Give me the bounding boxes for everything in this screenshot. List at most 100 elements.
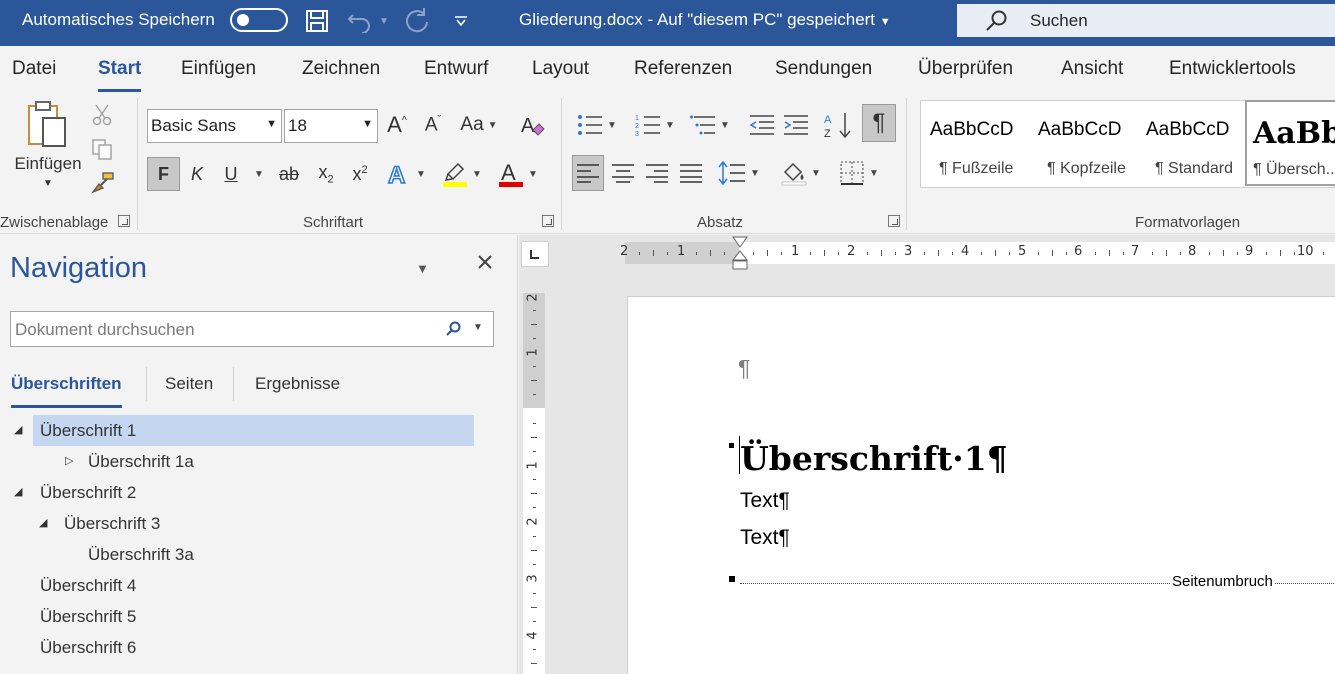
superscript-icon: x2 — [352, 163, 368, 184]
bullets-button[interactable]: ▼ — [572, 108, 622, 142]
heading-tree-item[interactable]: ◢ Überschrift 2 — [14, 477, 474, 508]
align-right-button[interactable] — [642, 155, 672, 191]
paragraph-launcher-icon[interactable] — [888, 215, 900, 227]
underline-button[interactable]: U — [218, 157, 244, 191]
heading-tree-item[interactable]: ◢ Überschrift 3 — [33, 508, 474, 539]
tab-separator — [233, 367, 234, 401]
clear-formatting-button[interactable]: A — [518, 108, 546, 142]
copy-button[interactable] — [90, 136, 114, 162]
bold-button[interactable]: F — [147, 157, 180, 191]
heading-tree-item[interactable]: Überschrift 3a — [33, 539, 474, 570]
underline-dropdown[interactable]: ▼ — [248, 157, 266, 191]
style-name: ¶ Übersch... — [1253, 161, 1335, 178]
borders-button[interactable]: ▼ — [834, 155, 884, 191]
superscript-button[interactable]: x2 — [346, 157, 374, 191]
chevron-down-icon: ▼ — [665, 119, 675, 131]
document-search-input[interactable]: Dokument durchsuchen ▼ — [10, 311, 494, 347]
italic-button[interactable]: K — [184, 157, 210, 191]
align-left-button[interactable] — [572, 155, 604, 191]
tab-start[interactable]: Start — [98, 58, 142, 92]
tab-datei[interactable]: Datei — [12, 58, 56, 80]
chevron-down-icon[interactable]: ▼ — [473, 322, 483, 333]
style-name: ¶ Fußzeile — [939, 160, 1014, 177]
tab-referenzen[interactable]: Referenzen — [634, 58, 732, 80]
heading-tree-item[interactable]: ◢ Überschrift 1 — [14, 415, 474, 446]
multilevel-list-button[interactable]: ▼ — [688, 108, 732, 142]
ruler-label: 8 — [1188, 244, 1197, 259]
document-title[interactable]: Gliederung.docx - Auf "diesem PC" gespei… — [519, 10, 891, 30]
document-page[interactable]: ¶ Überschrift·1¶ Text¶ Text¶ Seitenumbru… — [627, 296, 1335, 674]
clipboard-group-label: Zwischenablage — [0, 214, 109, 231]
pane-options-icon[interactable]: ▼ — [416, 261, 429, 276]
redo-icon[interactable] — [402, 8, 432, 34]
paste-button[interactable]: Einfügen ▼ — [14, 100, 82, 204]
heading-tree-item[interactable]: Überschrift 4 — [33, 570, 474, 601]
title-search-box[interactable]: Suchen — [957, 4, 1335, 37]
vertical-ruler[interactable]: 2 1 1 2 3 4 — [523, 293, 545, 674]
heading-tree-item[interactable]: ▷ Überschrift 1a — [33, 446, 474, 477]
close-icon[interactable] — [476, 253, 494, 276]
tab-ueberpruefen[interactable]: Überprüfen — [918, 58, 1013, 80]
search-icon[interactable] — [445, 321, 461, 342]
tab-zeichnen[interactable]: Zeichnen — [302, 58, 380, 80]
tab-entwicklertools[interactable]: Entwicklertools — [1169, 58, 1296, 80]
strikethrough-button[interactable]: ab — [274, 157, 304, 191]
undo-dropdown-icon[interactable]: ▼ — [378, 8, 390, 34]
numbering-button[interactable]: 1 2 3 ▼ — [630, 108, 680, 142]
document-text-line[interactable]: Text¶ — [740, 526, 790, 550]
tab-einfuegen[interactable]: Einfügen — [181, 58, 256, 80]
sort-button[interactable]: AZ — [822, 108, 854, 142]
decrease-indent-button[interactable] — [748, 108, 776, 142]
tab-ansicht[interactable]: Ansicht — [1061, 58, 1123, 80]
tab-entwurf[interactable]: Entwurf — [424, 58, 488, 80]
tab-selector[interactable] — [521, 241, 549, 267]
heading-tree-item[interactable]: Überschrift 5 — [33, 601, 474, 632]
expanded-triangle-icon[interactable]: ◢ — [14, 423, 22, 436]
nav-tab-headings[interactable]: Überschriften — [11, 374, 122, 408]
increase-indent-button[interactable] — [782, 108, 810, 142]
justify-icon — [680, 164, 702, 183]
justify-button[interactable] — [676, 155, 706, 191]
document-heading[interactable]: Überschrift·1¶ — [740, 439, 1008, 478]
tab-separator — [146, 367, 147, 401]
align-center-button[interactable] — [608, 155, 638, 191]
show-formatting-marks-button[interactable]: ¶ — [862, 104, 896, 142]
shading-button[interactable]: ▼ — [778, 155, 824, 191]
grow-font-button[interactable]: A^ — [384, 108, 410, 142]
font-launcher-icon[interactable] — [542, 215, 554, 227]
text-effects-button[interactable]: A ▼ — [384, 157, 428, 191]
nav-tab-results[interactable]: Ergebnisse — [255, 374, 340, 394]
customize-toolbar-icon[interactable] — [452, 8, 470, 34]
collapsed-triangle-icon[interactable]: ▷ — [65, 454, 73, 467]
expanded-triangle-icon[interactable]: ◢ — [14, 485, 22, 498]
navigation-title: Navigation — [10, 252, 148, 284]
style-header[interactable]: AaBbCcD ¶ Kopfzeile — [1029, 101, 1137, 187]
paste-label: Einfügen — [14, 154, 82, 173]
change-case-button[interactable]: Aa ▼ — [456, 108, 502, 142]
style-normal[interactable]: AaBbCcD ¶ Standard — [1137, 101, 1245, 187]
shrink-font-button[interactable]: Aˇ — [420, 108, 446, 142]
cut-button[interactable] — [90, 102, 114, 128]
highlight-button[interactable]: ▼ — [438, 157, 486, 191]
sort-icon: AZ — [824, 113, 851, 139]
line-spacing-button[interactable]: ▼ — [716, 155, 762, 191]
font-name-combo[interactable]: Basic Sans ▼ — [147, 109, 282, 143]
page-break[interactable]: Seitenumbruch — [740, 573, 1335, 590]
font-color-button[interactable]: A ▼ — [494, 157, 542, 191]
undo-icon[interactable] — [346, 8, 374, 34]
tab-layout[interactable]: Layout — [532, 58, 589, 80]
clipboard-launcher-icon[interactable] — [118, 215, 130, 227]
document-text-line[interactable]: Text¶ — [740, 489, 790, 513]
format-painter-button[interactable] — [90, 170, 116, 196]
heading-tree-item[interactable]: Überschrift 6 — [33, 632, 474, 663]
autosave-toggle[interactable] — [230, 8, 288, 32]
expanded-triangle-icon[interactable]: ◢ — [39, 516, 47, 529]
save-icon[interactable] — [304, 8, 330, 34]
nav-tab-pages[interactable]: Seiten — [165, 374, 213, 394]
tab-sendungen[interactable]: Sendungen — [775, 58, 872, 80]
style-heading1[interactable]: AaBb ¶ Übersch... — [1245, 100, 1335, 186]
indent-markers[interactable] — [732, 236, 748, 270]
font-size-combo[interactable]: 18 ▼ — [284, 109, 378, 143]
subscript-button[interactable]: x2 — [312, 157, 340, 191]
style-footer[interactable]: AaBbCcD ¶ Fußzeile — [921, 101, 1029, 187]
